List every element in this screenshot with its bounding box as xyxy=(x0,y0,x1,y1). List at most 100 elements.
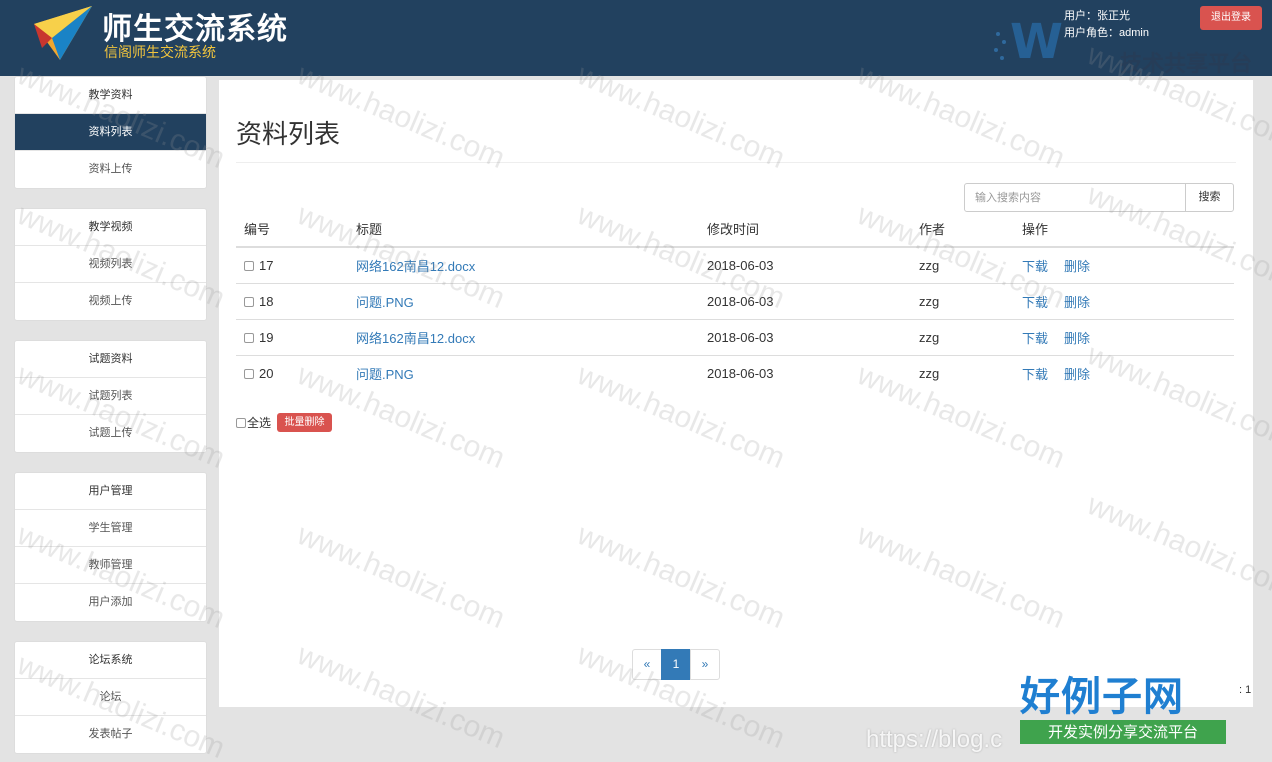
delete-link[interactable]: 删除 xyxy=(1064,259,1090,274)
search-button[interactable]: 搜索 xyxy=(1185,183,1234,212)
title-divider xyxy=(236,162,1236,163)
main-panel: 资料列表 搜索 编号 标题 修改时间 作者 操作 17 网络162南昌12.do… xyxy=(219,80,1253,707)
batch-delete-button[interactable]: 批量删除 xyxy=(277,413,332,432)
title-cell: 问题.PNG xyxy=(348,355,699,391)
blog-watermark: https://blog.c xyxy=(866,726,1003,753)
author-cell: zzg xyxy=(911,283,1014,320)
actions-cell: 下载 删除 xyxy=(1014,319,1234,356)
download-link[interactable]: 下载 xyxy=(1022,259,1048,274)
user-role: 用户角色：admin xyxy=(1064,27,1149,39)
row-id: 20 xyxy=(259,365,274,381)
modified-cell: 2018-06-03 xyxy=(699,247,911,284)
sidebar-item-teacher-management[interactable]: 教师管理 xyxy=(15,547,206,584)
sidebar-group-forum: 论坛系统 论坛 发表帖子 xyxy=(14,641,207,754)
row-checkbox[interactable] xyxy=(244,368,254,379)
select-all-label: 全选 xyxy=(247,416,272,430)
sidebar-group-exam-materials: 试题资料 试题列表 试题上传 xyxy=(14,340,207,453)
column-header-modified: 修改时间 xyxy=(699,210,911,248)
actions-cell: 下载 删除 xyxy=(1014,247,1234,284)
sidebar-item-exam-list[interactable]: 试题列表 xyxy=(15,378,206,415)
title-cell: 网络162南昌12.docx xyxy=(348,247,699,284)
id-cell: 18 xyxy=(236,283,348,320)
id-cell: 17 xyxy=(236,247,348,284)
sidebar-item-student-management[interactable]: 学生管理 xyxy=(15,510,206,547)
sidebar-item-material-upload[interactable]: 资料上传 xyxy=(15,151,206,188)
author-cell: zzg xyxy=(911,247,1014,284)
file-title-link[interactable]: 网络162南昌12.docx xyxy=(356,331,475,346)
modified-cell: 2018-06-03 xyxy=(699,283,911,320)
delete-link[interactable]: 删除 xyxy=(1064,367,1090,382)
sidebar-group-teaching-materials: 教学资料 资料列表 资料上传 xyxy=(14,76,207,189)
row-id: 18 xyxy=(259,293,274,309)
sidebar-group-title: 教学视频 xyxy=(15,209,206,246)
pagination-prev[interactable]: « xyxy=(632,649,662,680)
user-name: 用户：张正光 xyxy=(1064,10,1130,22)
sidebar-item-user-add[interactable]: 用户添加 xyxy=(15,584,206,621)
user-info: 用户：张正光 用户角色：admin xyxy=(1064,8,1149,42)
table-row: 17 网络162南昌12.docx 2018-06-03 zzg 下载 删除 xyxy=(236,247,1234,284)
sidebar: 教学资料 资料列表 资料上传 教学视频 视频列表 视频上传 试题资料 试题列表 … xyxy=(14,76,207,762)
pagination-next[interactable]: » xyxy=(690,649,720,680)
delete-link[interactable]: 删除 xyxy=(1064,331,1090,346)
select-all-checkbox[interactable] xyxy=(236,418,246,428)
sidebar-item-exam-upload[interactable]: 试题上传 xyxy=(15,415,206,452)
row-id: 19 xyxy=(259,329,274,345)
logout-button[interactable]: 退出登录 xyxy=(1200,6,1262,30)
sidebar-item-new-post[interactable]: 发表帖子 xyxy=(15,716,206,753)
search-input[interactable] xyxy=(964,183,1186,212)
title-cell: 网络162南昌12.docx xyxy=(348,319,699,356)
row-checkbox[interactable] xyxy=(244,296,254,307)
sidebar-item-forum[interactable]: 论坛 xyxy=(15,679,206,716)
top-header: 师生交流系统 信阁师生交流系统 W 技术共享平台 用户：张正光 用户角色：adm… xyxy=(0,0,1272,77)
sidebar-item-video-list[interactable]: 视频列表 xyxy=(15,246,206,283)
column-header-title: 标题 xyxy=(348,210,699,248)
actions-cell: 下载 删除 xyxy=(1014,283,1234,320)
file-title-link[interactable]: 问题.PNG xyxy=(356,295,414,310)
title-cell: 问题.PNG xyxy=(348,283,699,320)
page-title: 资料列表 xyxy=(236,120,341,150)
sidebar-group-title: 论坛系统 xyxy=(15,642,206,679)
download-link[interactable]: 下载 xyxy=(1022,331,1048,346)
site-name: 好例子网 xyxy=(1020,674,1184,720)
id-cell: 19 xyxy=(236,319,348,356)
sidebar-group-title: 用户管理 xyxy=(15,473,206,510)
table-header-row: 编号 标题 修改时间 作者 操作 xyxy=(236,210,1234,248)
sidebar-item-video-upload[interactable]: 视频上传 xyxy=(15,283,206,320)
sidebar-group-title: 试题资料 xyxy=(15,341,206,378)
sidebar-item-material-list[interactable]: 资料列表 xyxy=(15,114,206,151)
svg-text:W: W xyxy=(1010,14,1063,70)
actions-cell: 下载 删除 xyxy=(1014,355,1234,391)
modified-cell: 2018-06-03 xyxy=(707,365,774,381)
download-link[interactable]: 下载 xyxy=(1022,295,1048,310)
row-checkbox[interactable] xyxy=(244,332,254,343)
author-cell: zzg xyxy=(919,365,940,381)
brand-text: 技术共享平台 xyxy=(1120,52,1253,77)
pagination: « 1 » xyxy=(632,649,720,680)
column-header-author: 作者 xyxy=(911,210,1014,248)
table-row: 20 问题.PNG 2018-06-03 zzg 下载 删除 xyxy=(236,355,1234,391)
column-header-id: 编号 xyxy=(236,210,348,248)
site-tagline: 开发实例分享交流平台 xyxy=(1020,720,1226,744)
table-row: 18 问题.PNG 2018-06-03 zzg 下载 删除 xyxy=(236,283,1234,320)
delete-link[interactable]: 删除 xyxy=(1064,295,1090,310)
sidebar-group-user-management: 用户管理 学生管理 教师管理 用户添加 xyxy=(14,472,207,622)
app-subtitle: 信阁师生交流系统 xyxy=(104,45,216,61)
file-title-link[interactable]: 网络162南昌12.docx xyxy=(356,259,475,274)
file-title-link[interactable]: 问题.PNG xyxy=(356,367,414,382)
table-row: 19 网络162南昌12.docx 2018-06-03 zzg 下载 删除 xyxy=(236,319,1234,356)
sidebar-group-teaching-videos: 教学视频 视频列表 视频上传 xyxy=(14,208,207,321)
sidebar-group-title: 教学资料 xyxy=(15,77,206,114)
row-id: 17 xyxy=(259,257,274,273)
page-info: : 1 xyxy=(1239,684,1252,696)
download-link[interactable]: 下载 xyxy=(1022,367,1048,382)
pagination-page-current[interactable]: 1 xyxy=(661,649,691,680)
site-watermark: 好例子网 开发实例分享交流平台 xyxy=(1020,674,1228,744)
id-cell: 20 xyxy=(236,355,348,391)
author-cell: zzg xyxy=(911,319,1014,356)
row-checkbox[interactable] xyxy=(244,260,254,271)
paper-plane-logo-icon xyxy=(34,6,92,60)
materials-table: 编号 标题 修改时间 作者 操作 17 网络162南昌12.docx 2018-… xyxy=(236,210,1234,391)
select-all[interactable]: 全选 xyxy=(236,414,271,431)
column-header-actions: 操作 xyxy=(1014,210,1234,248)
modified-cell: 2018-06-03 xyxy=(699,319,911,356)
